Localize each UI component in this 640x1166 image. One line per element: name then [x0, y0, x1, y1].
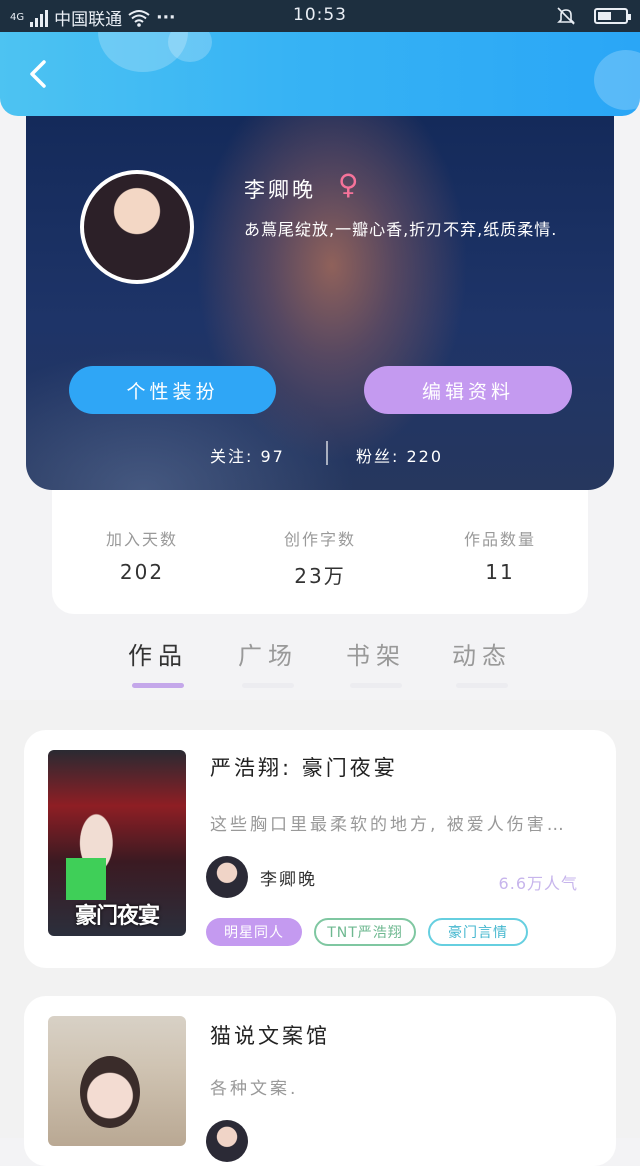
tab-underline: [242, 683, 294, 688]
profile-name: 李卿晚: [244, 178, 316, 202]
followers-count[interactable]: 粉丝: 220: [356, 443, 443, 467]
tab-underline: [350, 683, 402, 688]
stat-days-joined: 加入天数 202: [72, 526, 212, 584]
edit-profile-button[interactable]: 编辑资料: [364, 366, 572, 414]
top-header: [0, 32, 640, 116]
work-cover: 豪门夜宴: [48, 750, 186, 936]
stat-label: 创作字数: [283, 530, 356, 549]
tab-works[interactable]: 作品: [118, 636, 198, 688]
work-cover: [48, 1016, 186, 1146]
tag-chip[interactable]: 豪门言情: [428, 918, 528, 946]
profile-bio: あ蔦尾绽放,一瓣心香,折刃不弃,纸质柔情.: [244, 220, 558, 239]
decor-bubble: [594, 50, 640, 110]
profile-card: 李卿晚 ♀ あ蔦尾绽放,一瓣心香,折刃不弃,纸质柔情. 个性装扮 编辑资料 关注…: [26, 116, 614, 490]
work-author[interactable]: 李卿晚: [206, 856, 317, 898]
stat-value: 11: [485, 560, 515, 584]
dress-up-button[interactable]: 个性装扮: [69, 366, 276, 414]
battery-icon: [594, 8, 631, 24]
work-card[interactable]: 豪门夜宴 严浩翔: 豪门夜宴 这些胸口里最柔软的地方, 被爱人伤害… 李卿晚 6…: [24, 730, 616, 968]
stat-value: 23万: [294, 564, 346, 588]
work-title: 严浩翔: 豪门夜宴: [210, 756, 398, 780]
cover-title: 豪门夜宴: [74, 904, 160, 929]
tag-chip[interactable]: TNT严浩翔: [314, 918, 416, 946]
clock: 10:53: [293, 5, 347, 25]
tab-activity[interactable]: 动态: [442, 636, 522, 688]
back-button[interactable]: [20, 54, 60, 94]
tab-bookshelf[interactable]: 书架: [336, 636, 416, 688]
tab-underline: [456, 683, 508, 688]
work-title: 猫说文案馆: [210, 1024, 330, 1048]
author-avatar: [206, 1120, 248, 1162]
divider: [326, 441, 328, 465]
tab-underline: [132, 683, 184, 688]
following-count[interactable]: 关注: 97: [210, 443, 285, 467]
tag-chip[interactable]: 明星同人: [206, 918, 302, 946]
work-description: 这些胸口里最柔软的地方, 被爱人伤害…: [210, 815, 567, 835]
stat-label: 作品数量: [463, 530, 536, 549]
female-icon: ♀: [338, 168, 359, 201]
work-card[interactable]: 猫说文案馆 各种文案.: [24, 996, 616, 1166]
cover-portrait: [80, 1056, 140, 1128]
cover-decor: [66, 858, 106, 900]
popularity: 6.6万人气: [498, 874, 578, 893]
author-name: 李卿晚: [260, 869, 317, 890]
work-description: 各种文案.: [210, 1079, 299, 1099]
stat-value: 202: [119, 560, 165, 584]
tab-square[interactable]: 广场: [228, 636, 308, 688]
tab-label: 动态: [452, 642, 512, 670]
stat-words-written: 创作字数 23万: [250, 526, 390, 589]
tab-label: 作品: [128, 642, 188, 670]
bell-muted-icon: [557, 7, 575, 25]
status-right: [556, 6, 631, 26]
stat-works-count: 作品数量 11: [430, 526, 570, 584]
profile-avatar[interactable]: [80, 170, 194, 284]
stat-label: 加入天数: [105, 530, 178, 549]
tab-label: 书架: [346, 642, 406, 670]
status-bar: 4G 中国联通 ··· 10:53: [0, 0, 640, 32]
stats-panel: 加入天数 202 创作字数 23万 作品数量 11: [52, 490, 588, 614]
tab-bar: 作品 广场 书架 动态: [0, 630, 640, 690]
work-author[interactable]: [206, 1120, 248, 1162]
works-list: 豪门夜宴 严浩翔: 豪门夜宴 这些胸口里最柔软的地方, 被爱人伤害… 李卿晚 6…: [0, 700, 640, 1166]
tab-label: 广场: [238, 642, 298, 670]
author-avatar: [206, 856, 248, 898]
